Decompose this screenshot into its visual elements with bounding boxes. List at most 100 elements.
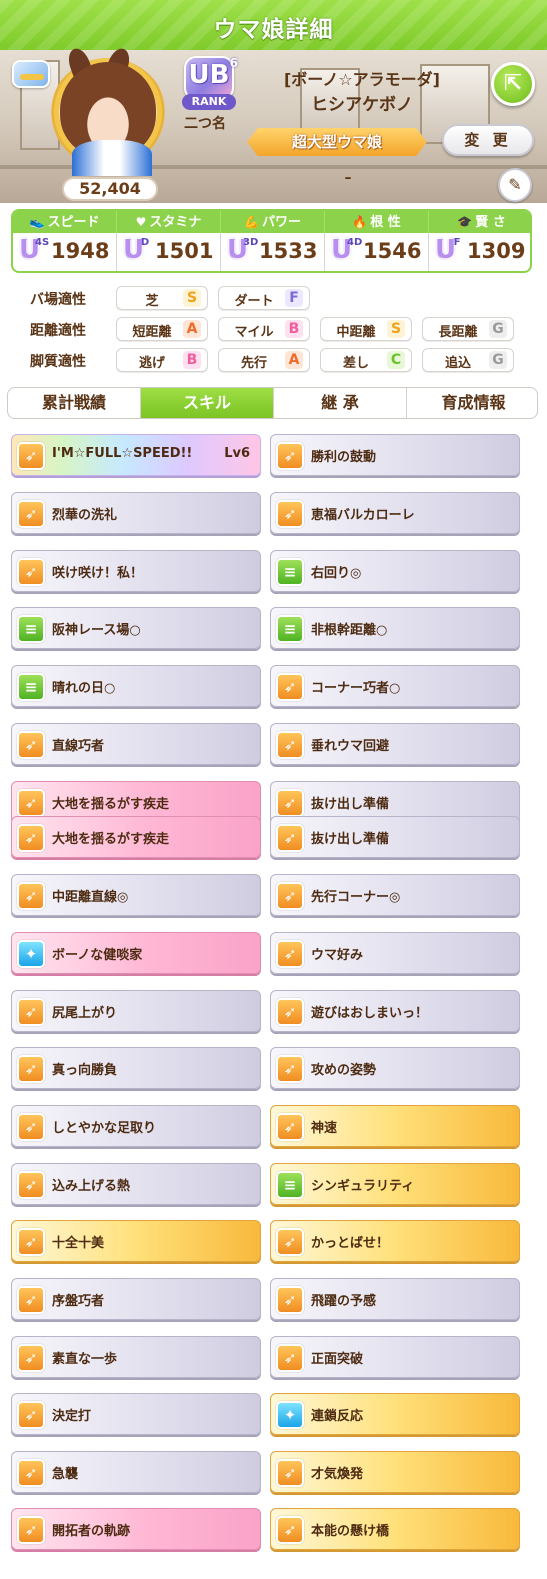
skill-item[interactable]: ➶ 攻めの姿勢 (270, 1047, 520, 1089)
skill-name: 真っ向勝負 (52, 1063, 118, 1078)
change-button[interactable]: 変 更 (442, 124, 534, 156)
skill-icon: ➶ (17, 1228, 45, 1256)
stat-value: 1533 (259, 239, 318, 263)
stat-label: スピード (47, 215, 100, 230)
skill-item[interactable]: ➶ 神速 (270, 1105, 520, 1147)
aptitude-sprint: 短距離 A (116, 317, 208, 341)
skill-icon: ➶ (17, 500, 45, 528)
skill-item[interactable]: ➶ 烈華の洗礼 (11, 492, 261, 534)
skill-icon: ➶ (17, 1344, 45, 1372)
skill-icon: ➶ (276, 1228, 304, 1256)
skill-name: 神速 (311, 1121, 338, 1136)
stat-grade: UD (123, 235, 150, 265)
skill-item[interactable]: ➶ 真っ向勝負 (11, 1047, 261, 1089)
rank-letters: UB (188, 60, 230, 90)
skill-item[interactable]: ≡ 非根幹距離○ (270, 607, 520, 649)
skill-item[interactable]: ➶ 正面突破 (270, 1336, 520, 1378)
skill-item[interactable]: ➶ 恵福バルカローレ (270, 492, 520, 534)
aptitude-dirt: ダート F (218, 286, 310, 310)
rank-sub: 6 (229, 56, 238, 70)
fan-count: 52,404 (62, 177, 158, 201)
tab-record[interactable]: 累計戦績 (8, 388, 141, 418)
aptitude-mile: マイル B (218, 317, 310, 341)
skill-icon: ≡ (276, 615, 304, 643)
skill-item[interactable]: ➶ 序盤巧者 (11, 1278, 261, 1320)
skill-name: 尻尾上がり (52, 1006, 118, 1021)
skill-icon: ➶ (276, 789, 304, 817)
skill-icon: ➶ (17, 1401, 45, 1429)
skill-item[interactable]: ≡ 阪神レース場○ (11, 607, 261, 649)
stat-value: 1309 (467, 239, 526, 263)
skill-item[interactable]: ➶ ウマ好み (270, 932, 520, 974)
skill-item[interactable]: ➶ しとやかな足取り (11, 1105, 261, 1147)
flame-icon: 🔥 (352, 215, 368, 229)
skill-name: ボーノな健啖家 (52, 948, 143, 963)
skill-item[interactable]: ✦ 連鎖反応 (270, 1393, 520, 1435)
skill-item[interactable]: ➶ 勝利の鼓動 (270, 434, 520, 476)
tab-training-info[interactable]: 育成情報 (407, 388, 537, 418)
skill-item[interactable]: ➶ 決定打 (11, 1393, 261, 1435)
skill-item[interactable]: ➶ 本能の懸け橋 (270, 1508, 520, 1550)
skill-icon: ➶ (276, 731, 304, 759)
stat-grade: UF (435, 235, 461, 265)
avatar-outfit (72, 140, 152, 176)
skill-item[interactable]: ➶ 咲け咲け！私！ (11, 550, 261, 592)
skill-item[interactable]: ➶ 開拓者の軌跡 (11, 1508, 261, 1550)
skill-icon: ➶ (276, 1113, 304, 1141)
grade-badge: B (183, 351, 201, 369)
tab-skills[interactable]: スキル (141, 388, 274, 418)
skill-level: Lv6 (224, 446, 250, 461)
skill-name: ウマ好み (311, 948, 364, 963)
stat-stamina: ♥ スタミナ UD 1501 (117, 211, 221, 271)
skill-item[interactable]: ➶ 直線巧者 (11, 723, 261, 765)
grade-badge: F (285, 289, 303, 307)
grade-badge: C (387, 351, 405, 369)
skill-item[interactable]: ≡ 晴れの日○ (11, 665, 261, 707)
skill-icon: ➶ (17, 1113, 45, 1141)
skill-item[interactable]: ✦ ボーノな健啖家 (11, 932, 261, 974)
skill-item[interactable]: ➶ I'M☆FULL☆SPEED!! Lv6 (11, 434, 261, 476)
shoe-icon[interactable] (12, 60, 50, 88)
skill-name: 開拓者の軌跡 (52, 1524, 131, 1539)
skill-name: 阪神レース場○ (52, 623, 141, 638)
skill-item[interactable]: ➶ 飛躍の予感 (270, 1278, 520, 1320)
shoe-icon: 👟 (29, 215, 45, 229)
stat-value: 1501 (155, 239, 214, 263)
skill-item[interactable]: ≡ 右回り◎ (270, 550, 520, 592)
skill-icon: ✦ (17, 940, 45, 968)
skill-item[interactable]: ➶ 素直な一歩 (11, 1336, 261, 1378)
skill-icon: ➶ (276, 1286, 304, 1314)
skill-item[interactable]: ➶ 込み上げる熱 (11, 1163, 261, 1205)
skill-item[interactable]: ➶ 急襲 (11, 1451, 261, 1493)
skill-item[interactable]: ≡ シンギュラリティ (270, 1163, 520, 1205)
skill-name: 恵福バルカローレ (311, 508, 415, 523)
skill-item[interactable]: ➶ 十全十美 (11, 1220, 261, 1262)
skill-name: 右回り◎ (311, 566, 362, 581)
skill-item[interactable]: ➶ 大地を揺るがす疾走 (11, 816, 261, 858)
skill-item[interactable]: ➶ 才気煥発 (270, 1451, 520, 1493)
skill-item[interactable]: ➶ コーナー巧者○ (270, 665, 520, 707)
skill-icon: ➶ (276, 1344, 304, 1372)
skill-item[interactable]: ➶ 垂れウマ回避 (270, 723, 520, 765)
skill-icon: ➶ (276, 882, 304, 910)
skill-name: 中距離直線◎ (52, 890, 129, 905)
skill-icon: ➶ (276, 940, 304, 968)
skill-item[interactable]: ➶ 尻尾上がり (11, 990, 261, 1032)
skill-item[interactable]: ➶ 抜け出し準備 (270, 816, 520, 858)
stat-grade: U 4S (19, 235, 50, 265)
tab-inheritance[interactable]: 継 承 (274, 388, 407, 418)
share-button[interactable] (491, 62, 535, 106)
muscle-icon: 💪 (244, 215, 259, 229)
grade-badge: G (489, 351, 507, 369)
stat-power: 💪 パワー U 3D 1533 (221, 211, 325, 271)
stat-grade: U 4D (331, 235, 363, 265)
skill-icon: ➶ (276, 824, 304, 852)
nickname[interactable]: 二つ名 (175, 113, 235, 133)
skill-item[interactable]: ➶ 先行コーナー◎ (270, 874, 520, 916)
skill-item[interactable]: ➶ かっとばせ！ (270, 1220, 520, 1262)
edit-button[interactable]: ✎ (498, 168, 532, 202)
skill-item[interactable]: ➶ 中距離直線◎ (11, 874, 261, 916)
skill-item[interactable]: ➶ 遊びはおしまいっ！ (270, 990, 520, 1032)
skill-icon: ➶ (17, 1459, 45, 1487)
title-plate: 超大型ウマ娘 (247, 128, 427, 156)
